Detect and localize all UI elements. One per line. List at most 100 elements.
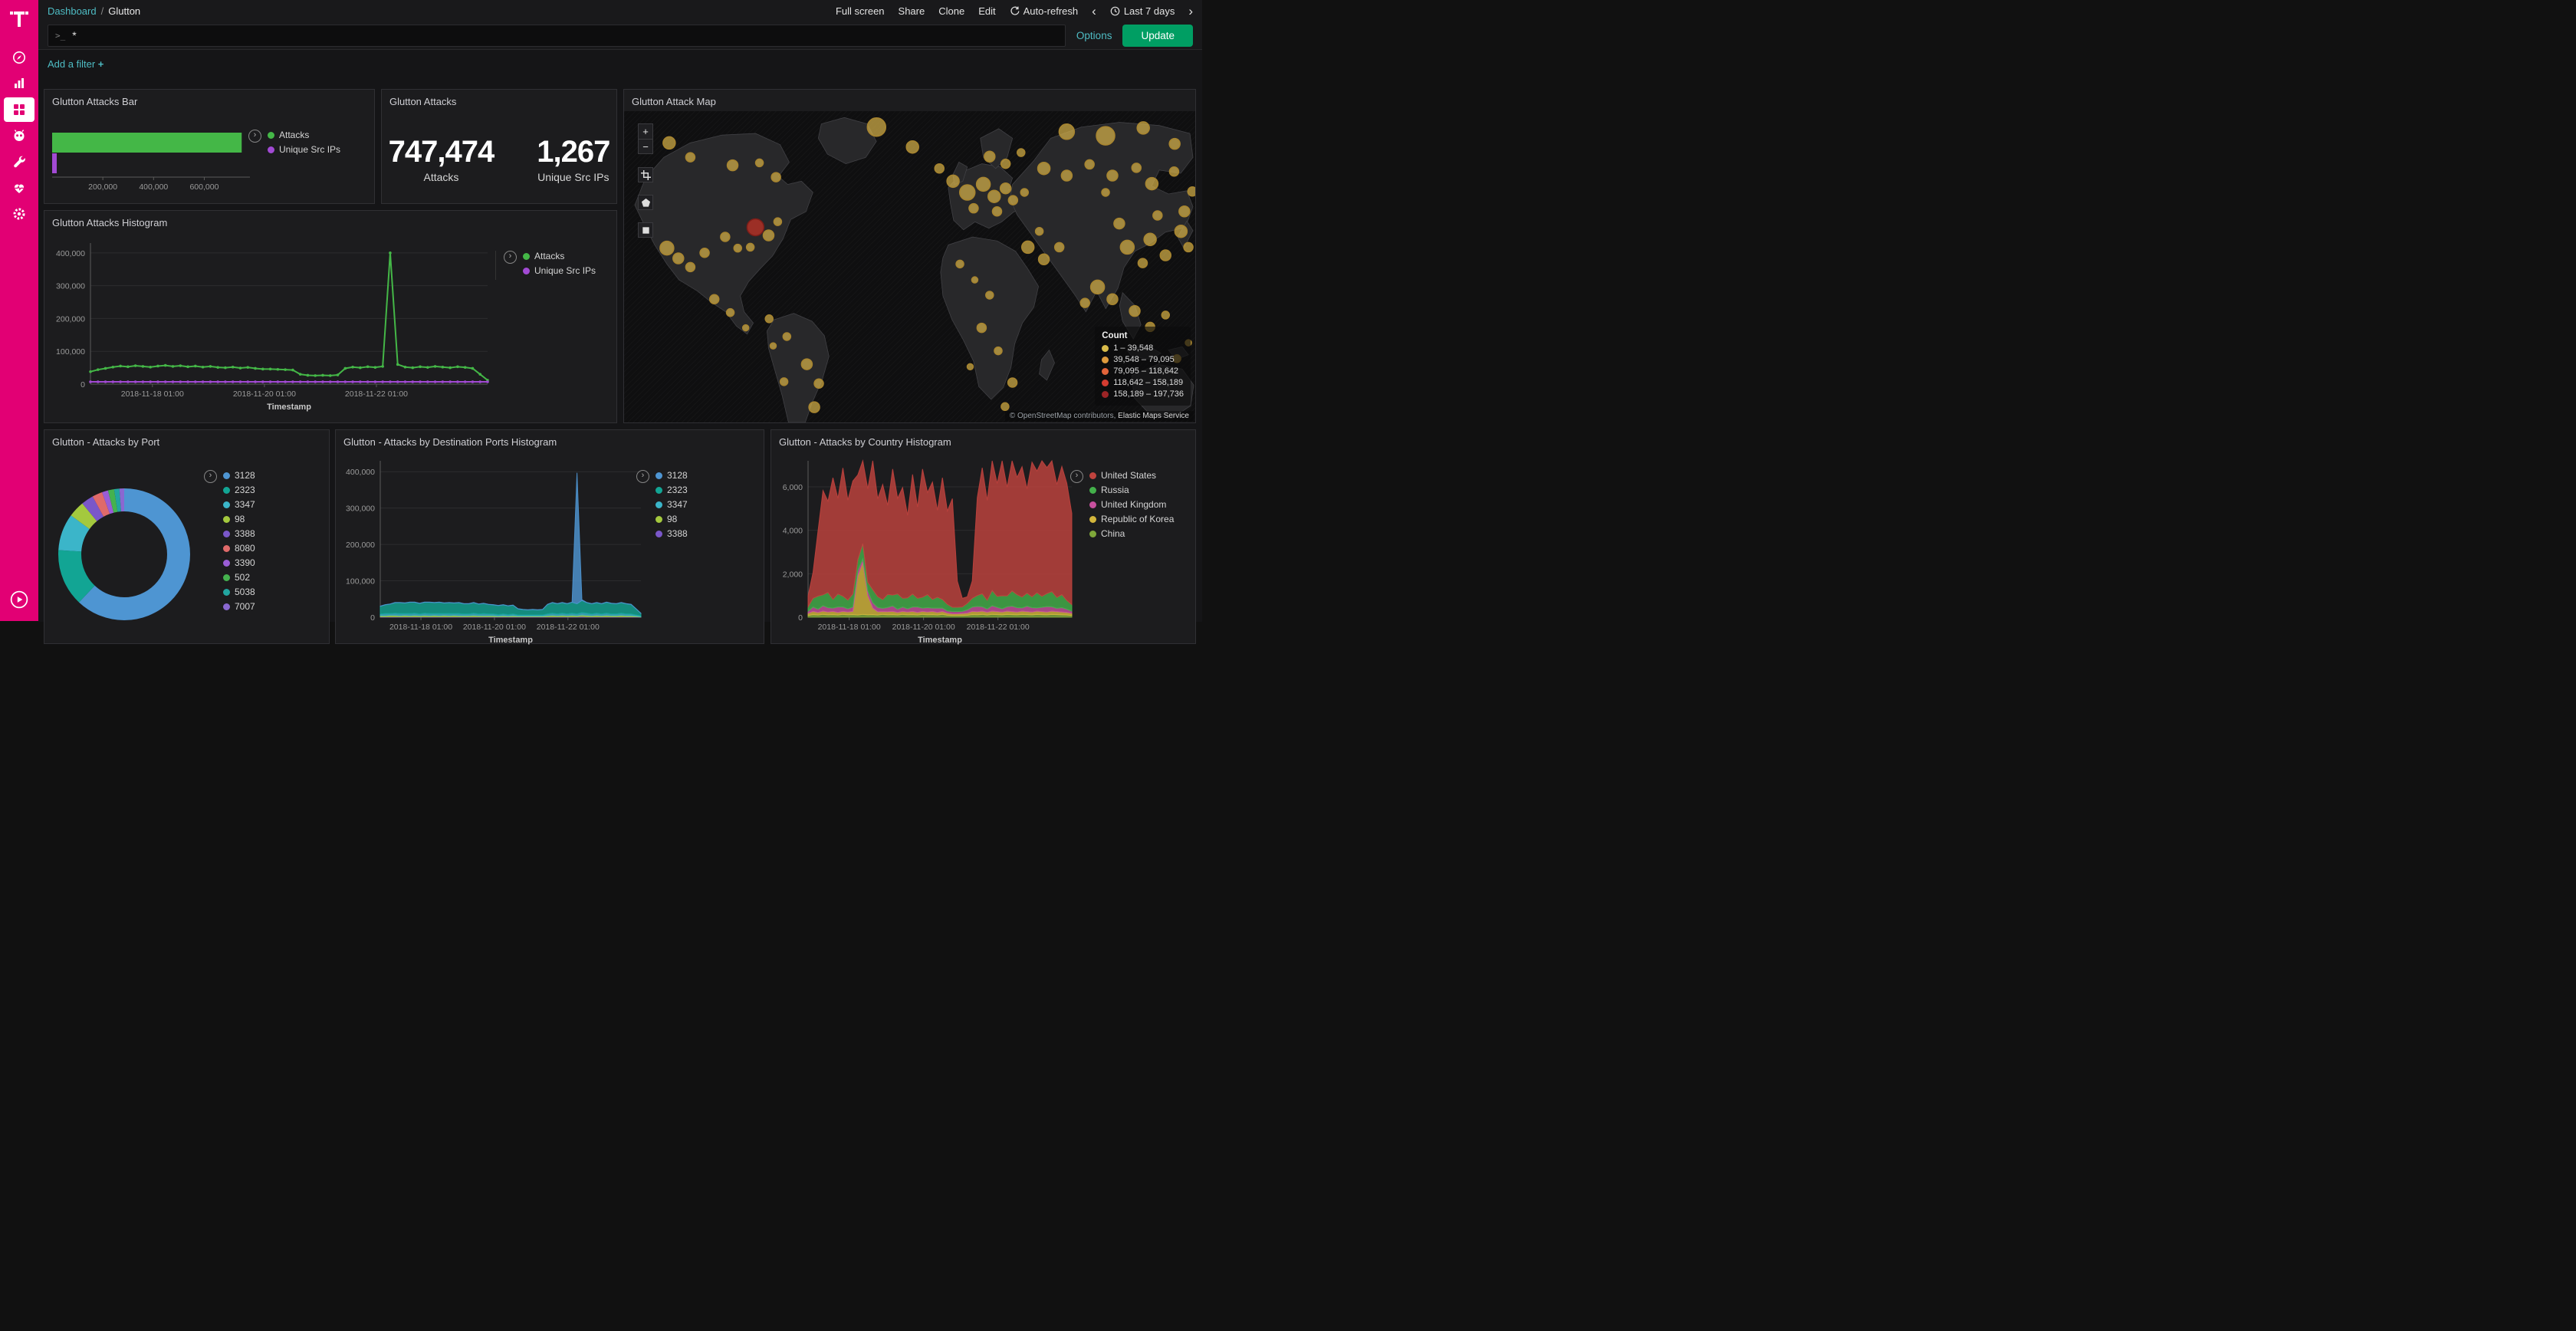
svg-text:100,000: 100,000 <box>346 577 375 587</box>
plus-icon: + <box>98 58 104 70</box>
svg-text:2018-11-22 01:00: 2018-11-22 01:00 <box>537 623 600 632</box>
legend-toggle-button[interactable]: › <box>504 251 517 264</box>
svg-text:0: 0 <box>370 613 375 623</box>
legend-color-dot <box>223 589 230 596</box>
legend-label: 2323 <box>235 485 255 495</box>
query-value: * <box>72 29 76 41</box>
legend-item[interactable]: Attacks <box>268 130 340 140</box>
legend-item[interactable]: 2323 <box>223 485 255 495</box>
destination-ports-histogram-chart[interactable]: 0100,000200,000300,000400,0002018-11-18 … <box>337 452 649 651</box>
sidebar-item-devtools[interactable] <box>4 150 34 174</box>
auto-refresh-button[interactable]: Auto-refresh <box>1010 5 1079 17</box>
panel-title: Glutton - Attacks by Destination Ports H… <box>336 430 764 449</box>
chart-legend: › 3128 2323 3347 98 3388 <box>636 470 688 543</box>
legend-label: Attacks <box>279 130 309 140</box>
legend-toggle-button[interactable]: › <box>1070 470 1083 483</box>
legend-item[interactable]: Unique Src IPs <box>268 144 340 155</box>
telekom-logo[interactable] <box>9 8 29 31</box>
map-legend-bucket: 1 – 39,548 <box>1102 343 1184 353</box>
map-polygon-filter-button[interactable] <box>638 195 653 210</box>
country-histogram-chart[interactable]: 02,0004,0006,0002018-11-18 01:002018-11-… <box>773 452 1079 651</box>
attacks-histogram-chart[interactable]: 0100,000200,000300,000400,0002018-11-18 … <box>46 234 495 418</box>
telekom-t-icon <box>9 8 29 28</box>
sidebar-item-dashboard[interactable] <box>4 97 34 122</box>
time-back-button[interactable]: ‹ <box>1092 5 1096 18</box>
filter-bar: Add a filter + <box>38 50 1202 77</box>
legend-item[interactable]: 3388 <box>223 528 255 539</box>
edit-button[interactable]: Edit <box>978 5 995 17</box>
sidebar-item-tpot[interactable] <box>4 123 34 148</box>
clone-button[interactable]: Clone <box>938 5 964 17</box>
polygon-icon <box>641 198 651 208</box>
legend-item[interactable]: 7007 <box>223 601 255 612</box>
query-input[interactable]: >_ * <box>48 25 1066 47</box>
legend-item[interactable]: Attacks <box>523 251 596 261</box>
legend-item[interactable]: 3128 <box>656 470 688 481</box>
update-button[interactable]: Update <box>1122 25 1193 47</box>
legend-label: Unique Src IPs <box>534 265 596 276</box>
legend-item[interactable]: Unique Src IPs <box>523 265 596 276</box>
legend-item[interactable]: 8080 <box>223 543 255 554</box>
legend-item[interactable]: 5038 <box>223 587 255 597</box>
chart-legend: › 3128 2323 3347 98 3388 8080 3390 502 5038 7007 <box>204 470 255 616</box>
share-button[interactable]: Share <box>899 5 925 17</box>
panel-title: Glutton Attacks Bar <box>44 90 374 109</box>
legend-item[interactable]: Russia <box>1089 485 1174 495</box>
map-rectangle-filter-button[interactable] <box>638 222 653 238</box>
sidebar-item-visualize[interactable] <box>4 71 34 96</box>
breadcrumb-dashboard[interactable]: Dashboard <box>48 5 97 17</box>
compass-icon <box>12 50 27 65</box>
legend-color-dot <box>1089 531 1096 537</box>
svg-text:200,000: 200,000 <box>88 182 117 192</box>
legend-item[interactable]: 3390 <box>223 557 255 568</box>
time-forward-button[interactable]: › <box>1188 5 1193 18</box>
svg-text:300,000: 300,000 <box>56 282 85 291</box>
legend-toggle-button[interactable]: › <box>248 130 261 143</box>
query-options-link[interactable]: Options <box>1076 30 1112 41</box>
legend-item[interactable]: United States <box>1089 470 1174 481</box>
auto-refresh-label: Auto-refresh <box>1024 5 1079 17</box>
legend-item[interactable]: United Kingdom <box>1089 499 1174 510</box>
legend-item[interactable]: 502 <box>223 572 255 583</box>
sidebar-item-discover[interactable] <box>4 45 34 70</box>
legend-item[interactable]: 3388 <box>656 528 688 539</box>
map-fit-bounds-button[interactable] <box>638 167 653 182</box>
metric-value: 1,267 <box>537 135 610 169</box>
sidebar-item-management[interactable] <box>4 202 34 226</box>
legend-item[interactable]: 3347 <box>656 499 688 510</box>
legend-item[interactable]: 2323 <box>656 485 688 495</box>
legend-item[interactable]: 3128 <box>223 470 255 481</box>
dashboard-grid-icon <box>12 102 27 117</box>
legend-item[interactable]: Republic of Korea <box>1089 514 1174 524</box>
map-attribution-osm[interactable]: © OpenStreetMap contributors, <box>1010 412 1116 420</box>
fullscreen-button[interactable]: Full screen <box>836 5 885 17</box>
time-range-button[interactable]: Last 7 days <box>1110 5 1175 17</box>
map-attribution-ems[interactable]: Elastic Maps Service <box>1116 412 1189 420</box>
attacks-bar-chart[interactable]: 200,000400,000600,000 <box>51 131 258 202</box>
panel-title: Glutton Attack Map <box>624 90 1195 109</box>
expand-nav-button[interactable] <box>4 587 34 612</box>
crop-icon <box>641 170 651 180</box>
legend-label: United Kingdom <box>1101 499 1166 510</box>
sidebar-item-monitoring[interactable] <box>4 176 34 200</box>
map-zoom-in-button[interactable]: + <box>638 123 653 139</box>
map-legend-bucket: 118,642 – 158,189 <box>1102 378 1184 387</box>
map-zoom-out-button[interactable]: − <box>638 139 653 154</box>
legend-label: 3347 <box>667 499 688 510</box>
legend-item[interactable]: 3347 <box>223 499 255 510</box>
legend-color-dot <box>223 501 230 508</box>
legend-label: 3388 <box>235 528 255 539</box>
map-canvas[interactable]: + − <box>624 111 1195 422</box>
legend-item[interactable]: 98 <box>223 514 255 524</box>
legend-color-dot <box>656 516 662 523</box>
legend-item[interactable]: 98 <box>656 514 688 524</box>
ports-donut-chart[interactable] <box>44 452 329 666</box>
legend-item[interactable]: China <box>1089 528 1174 539</box>
add-filter-link[interactable]: Add a filter + <box>48 58 104 70</box>
legend-toggle-button[interactable]: › <box>204 470 217 483</box>
app-nav <box>4 44 34 228</box>
legend-toggle-button[interactable]: › <box>636 470 649 483</box>
add-filter-label: Add a filter <box>48 58 95 70</box>
query-bar: >_ * Options Update <box>38 21 1202 50</box>
legend-color-dot <box>223 487 230 494</box>
